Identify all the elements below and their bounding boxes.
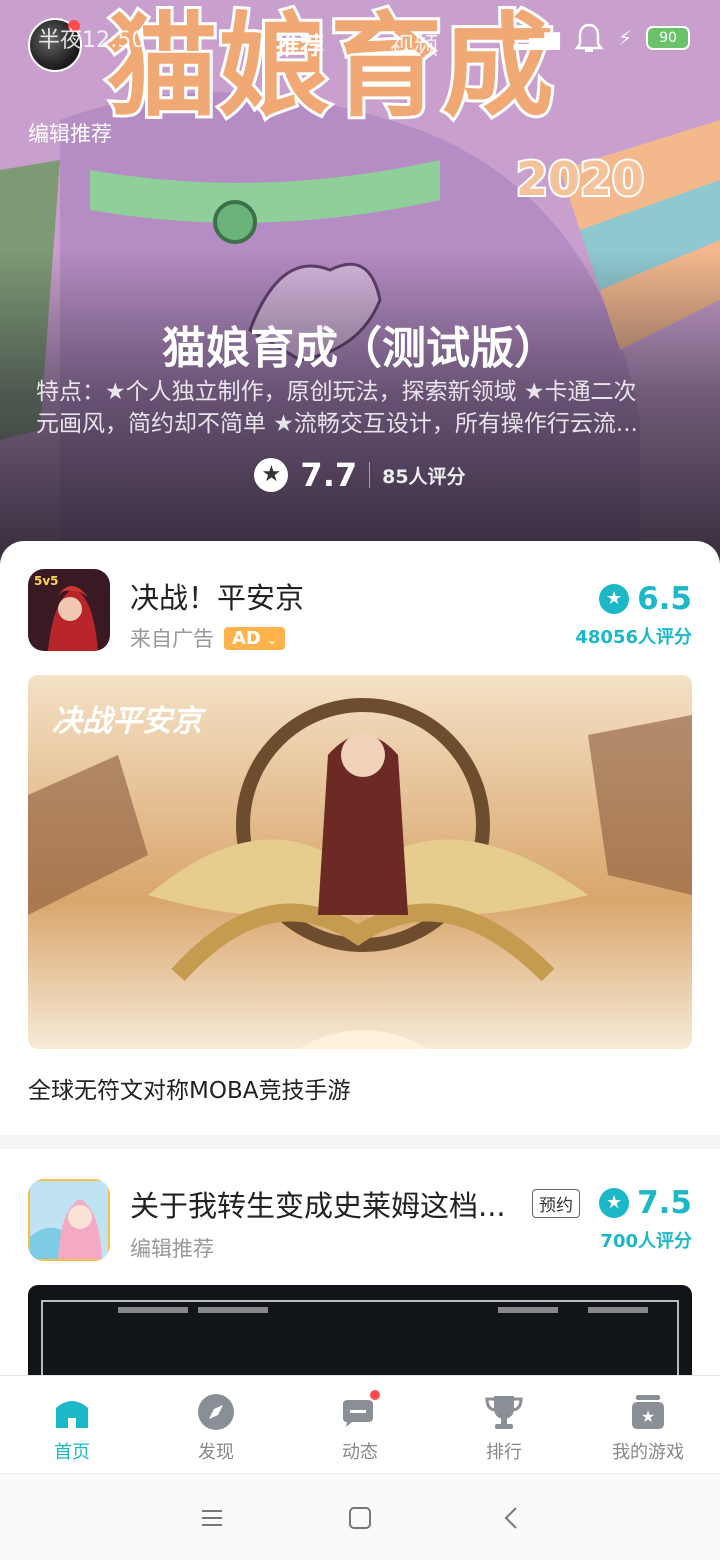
app-screen: 猫娘育成 2020 半夜12:50 推荐 视频 ▂▄▆ ⚡ 90 编辑推荐 猫娘… — [0, 0, 720, 1560]
tab-video[interactable]: 视频 — [390, 26, 438, 61]
hero-description: 特点：★个人独立制作，原创玩法，探索新领域 ★卡通二次 元画风，简约却不简单 ★… — [36, 376, 686, 440]
game-rating: ★ 6.5 48056人评分 — [575, 581, 692, 649]
chat-icon-wrap — [340, 1388, 382, 1432]
home-button-icon[interactable] — [346, 1504, 374, 1532]
game-rating: ★ 7.5 700人评分 — [599, 1185, 692, 1253]
hero-rating: ★ 7.7 85人评分 — [0, 456, 720, 494]
bell-icon[interactable] — [574, 22, 604, 54]
hero-score: 7.7 — [300, 456, 358, 494]
compass-icon — [198, 1394, 234, 1430]
game-title[interactable]: 决战！平安京 — [130, 575, 304, 617]
hero-desc-line: 特点：★个人独立制作，原创玩法，探索新领域 ★卡通二次 — [36, 379, 637, 405]
nav-label: 动态 — [342, 1442, 378, 1463]
bottom-navigation: 首页 发现 动态 排行 ★ 我的游戏 — [0, 1375, 720, 1473]
game-banner[interactable] — [28, 1285, 692, 1376]
game-tagline: 全球无符文对称MOBA竞技手游 — [28, 1078, 351, 1104]
nav-discover[interactable]: 发现 — [144, 1376, 288, 1473]
nav-feed[interactable]: 动态 — [288, 1376, 432, 1473]
hero-art-year: 2020 — [516, 152, 644, 206]
rating-count: 700人评分 — [600, 1231, 692, 1252]
game-library-icon: ★ — [632, 1395, 664, 1429]
divider — [369, 462, 371, 488]
nav-ranking[interactable]: 排行 — [432, 1376, 576, 1473]
tab-recommend[interactable]: 推荐 — [276, 26, 324, 61]
ad-badge-label: AD — [232, 627, 261, 649]
star-icon: ★ — [599, 1188, 630, 1218]
nav-my-games[interactable]: ★ 我的游戏 — [576, 1376, 720, 1473]
feed-content: 5v5 决战！平安京 来自广告 AD ⌄ ★ 6.5 48056人评分 决战平安… — [0, 541, 720, 1376]
game-banner[interactable]: 决战平安京 — [28, 675, 692, 1049]
banner-logo: 决战平安京 — [52, 704, 207, 739]
status-bar: 半夜12:50 推荐 视频 ▂▄▆ ⚡ 90 — [0, 14, 720, 72]
status-time: 半夜12:50 — [38, 28, 146, 53]
game-source: 来自广告 AD ⌄ — [130, 623, 286, 653]
game-title[interactable]: 关于我转生变成史莱姆这档... — [130, 1183, 530, 1225]
svg-text:★: ★ — [641, 1407, 655, 1426]
back-icon[interactable] — [498, 1504, 526, 1532]
svg-text:5v5: 5v5 — [34, 574, 59, 588]
game-icon[interactable] — [28, 1179, 110, 1261]
chevron-down-icon: ⌄ — [267, 632, 278, 647]
hero-title[interactable]: 猫娘育成（测试版） — [0, 312, 720, 376]
signal-icon: ▂▄▆ — [513, 26, 560, 50]
game-icon[interactable]: 5v5 — [28, 569, 110, 651]
star-icon: ★ — [599, 584, 630, 614]
trophy-icon — [485, 1396, 523, 1429]
nav-label: 首页 — [54, 1442, 90, 1463]
rating-score: 7.5 — [637, 1185, 692, 1221]
hero-section-label: 编辑推荐 — [28, 122, 112, 146]
hero-rating-count: 85人评分 — [382, 465, 466, 488]
star-icon: ★ — [254, 458, 289, 492]
ad-badge[interactable]: AD ⌄ — [224, 626, 286, 650]
source-label: 来自广告 — [130, 627, 214, 651]
nav-home[interactable]: 首页 — [0, 1376, 144, 1473]
rating-count: 48056人评分 — [575, 627, 692, 648]
status-icons: ▂▄▆ ⚡ 90 — [514, 22, 690, 54]
menu-icon[interactable] — [198, 1504, 226, 1532]
home-icon — [56, 1401, 88, 1428]
nav-label: 我的游戏 — [612, 1442, 684, 1463]
nav-label: 排行 — [486, 1442, 522, 1463]
hero-desc-line: 元画风，简约却不简单 ★流畅交互设计，所有操作行云流... — [36, 411, 638, 437]
game-source: 编辑推荐 — [130, 1233, 214, 1263]
system-navigation-bar — [0, 1473, 720, 1560]
battery-indicator: 90 — [646, 26, 690, 50]
rating-score: 6.5 — [637, 581, 692, 617]
nav-label: 发现 — [198, 1442, 234, 1463]
preorder-badge[interactable]: 预约 — [532, 1189, 580, 1218]
notification-badge — [368, 1388, 382, 1402]
section-divider — [0, 1135, 720, 1149]
charging-icon: ⚡ — [617, 26, 632, 50]
source-label: 编辑推荐 — [130, 1237, 214, 1261]
featured-hero[interactable]: 猫娘育成 2020 半夜12:50 推荐 视频 ▂▄▆ ⚡ 90 编辑推荐 猫娘… — [0, 0, 720, 570]
